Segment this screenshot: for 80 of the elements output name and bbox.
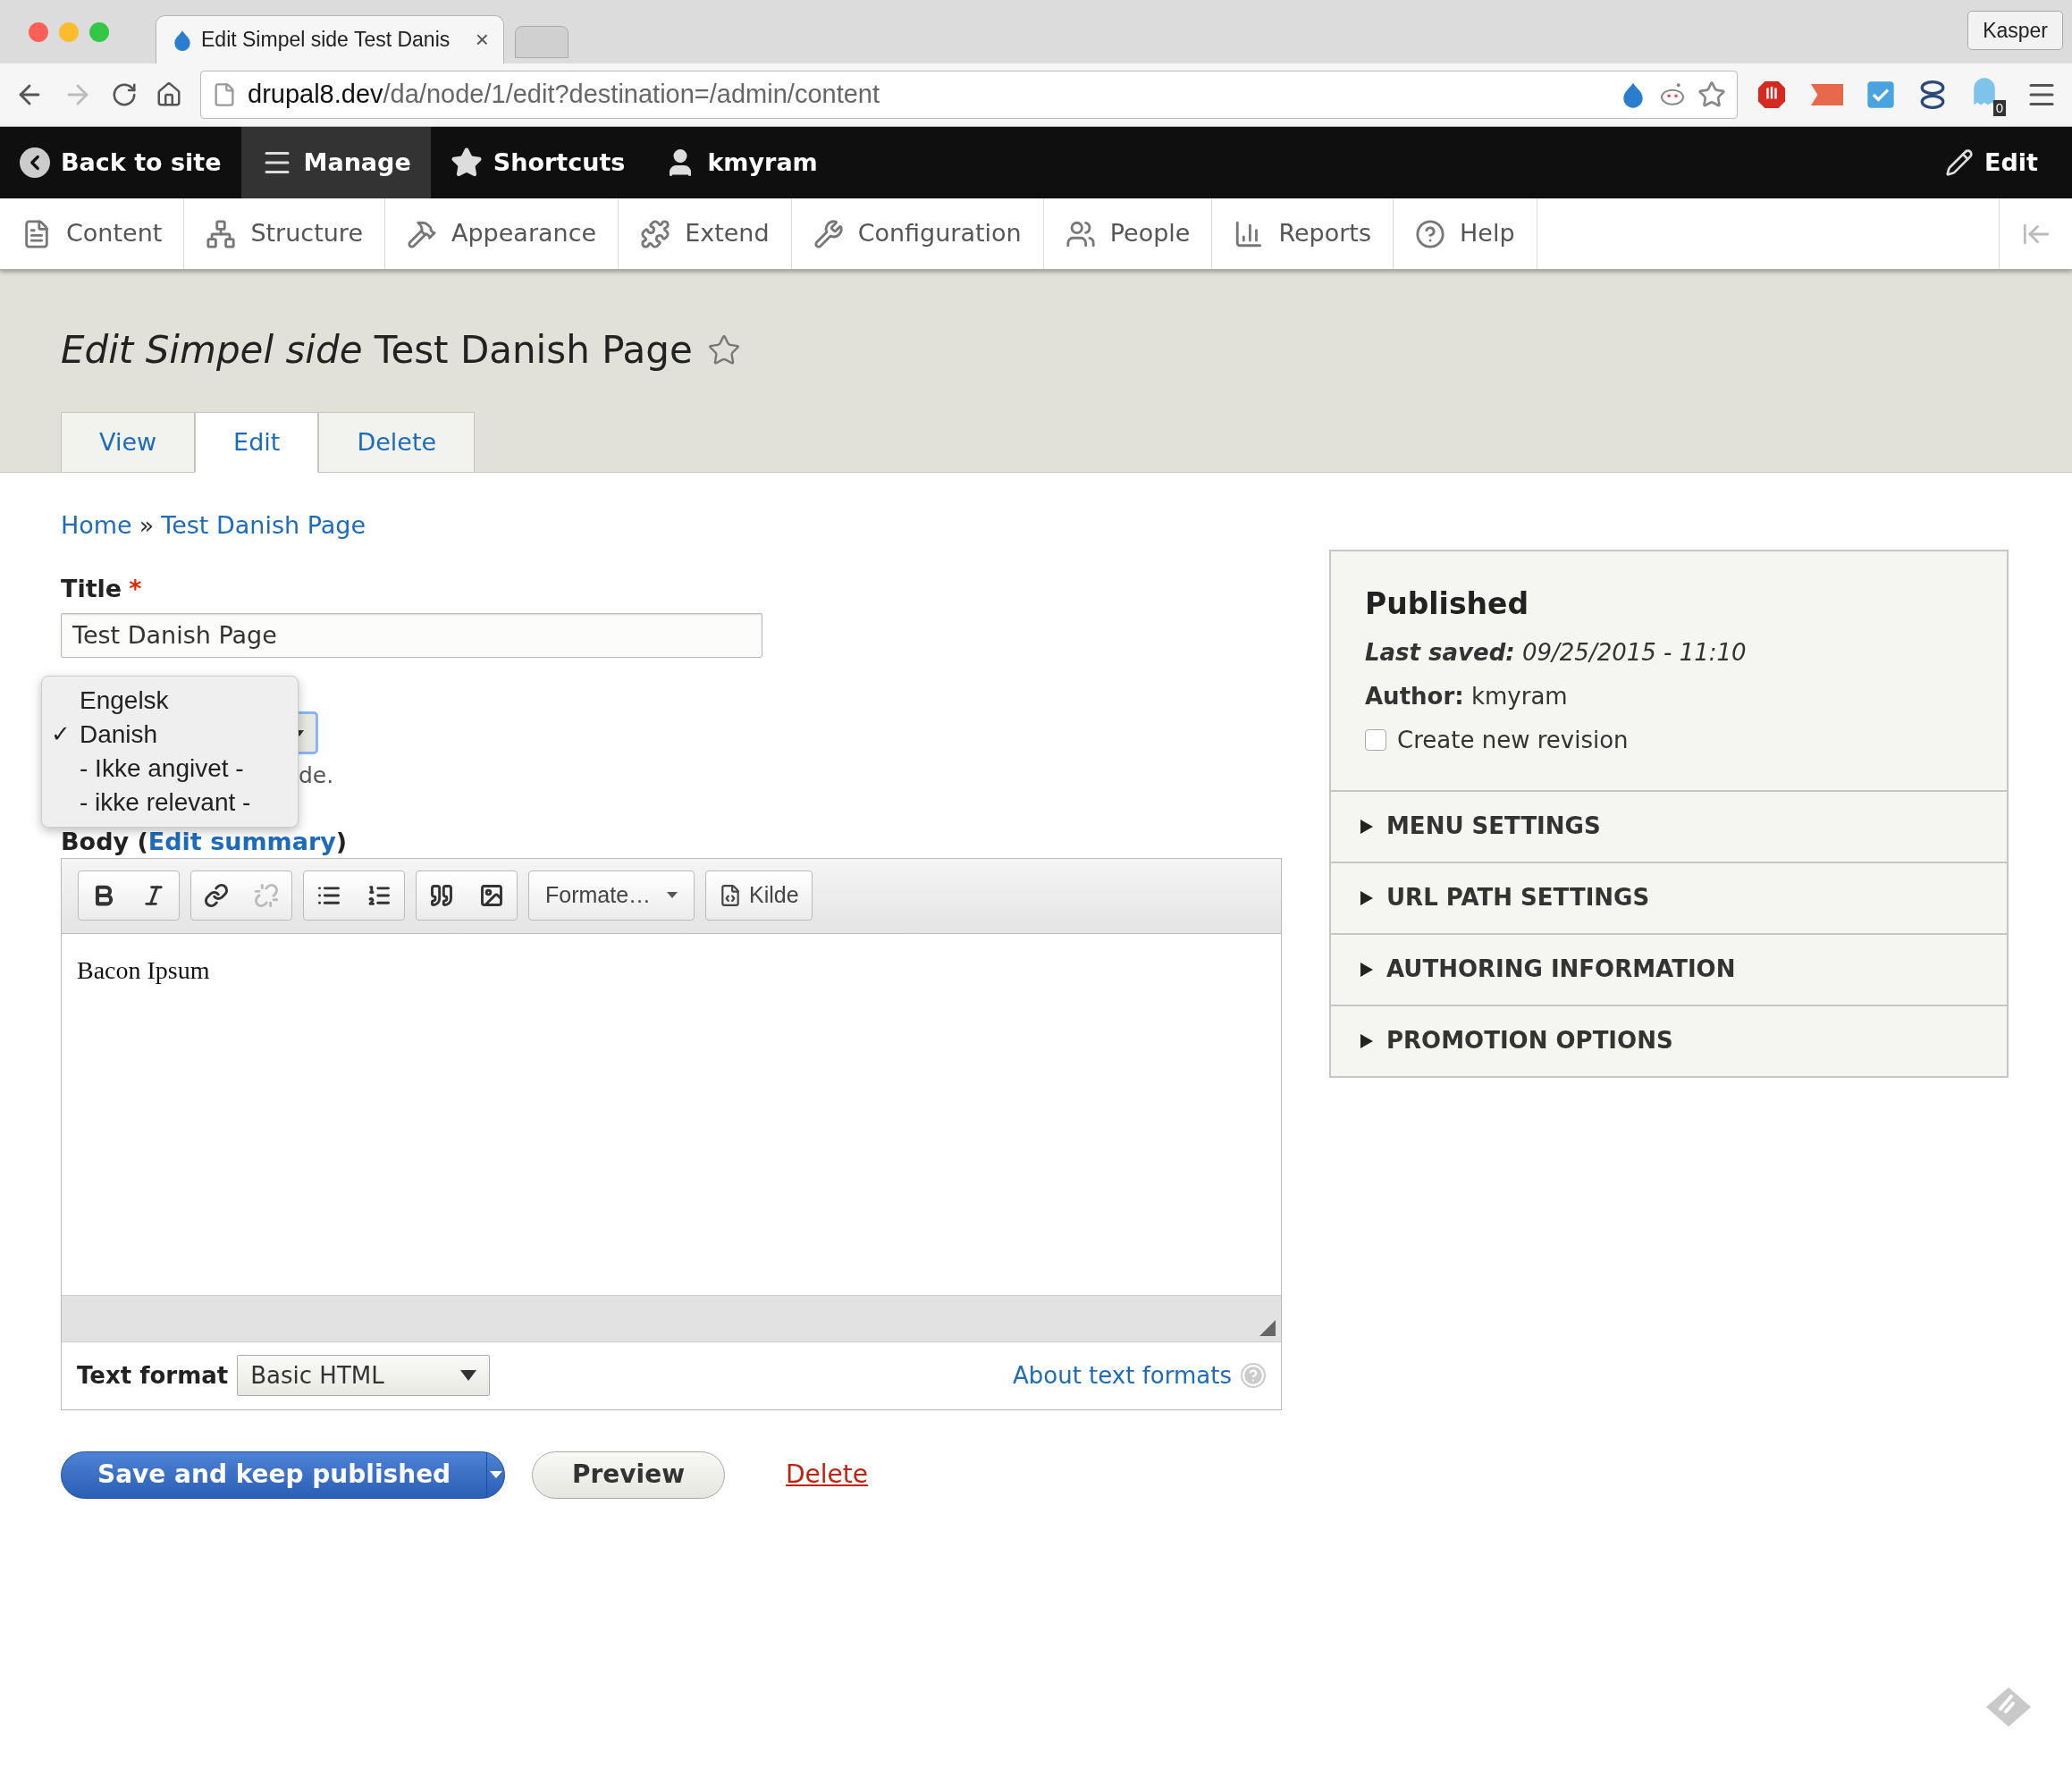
sitemap-icon (206, 218, 237, 249)
unlink-icon (254, 883, 279, 908)
field-label: Title (61, 574, 122, 604)
save-button[interactable]: Save and keep published (62, 1451, 487, 1498)
text-format-select[interactable]: Basic HTML (237, 1355, 491, 1396)
tray-menu-item[interactable]: Extend (619, 198, 792, 269)
toolbar-tab[interactable]: Manage (240, 127, 431, 198)
body-text: Bacon Ipsum (77, 954, 211, 986)
field-label: Text format (77, 1360, 229, 1391)
caret-icon (489, 1470, 502, 1479)
dropdown-arrow-icon (460, 1370, 477, 1381)
author-text: Author: kmyram (1365, 681, 1569, 711)
page-tab[interactable]: Edit (195, 412, 319, 473)
source-code-icon (719, 884, 742, 907)
last-saved-text: Last saved: 09/25/2015 - 11:10 (1365, 637, 1748, 668)
home-icon[interactable] (156, 81, 182, 108)
puzzle-icon (640, 218, 671, 249)
triangle-icon (1360, 818, 1374, 835)
title-field[interactable]: Test Danish Page (61, 612, 762, 658)
star-icon (450, 147, 483, 179)
details-summary[interactable]: URL PATH SETTINGS (1331, 861, 2007, 933)
tray-menu-item[interactable]: Reports (1212, 198, 1394, 269)
check-mark: ✓ (50, 719, 72, 749)
breadcrumb-separator: » (139, 509, 155, 541)
tab-title: Edit Simpel side Test Danis (201, 27, 451, 54)
source-button[interactable]: Kilde (705, 870, 813, 921)
checkbox-icon[interactable] (1866, 80, 1895, 109)
checkbox-label: Create new revision (1397, 725, 1629, 755)
reload-icon[interactable] (111, 81, 138, 108)
page-title: Edit Simpel side Test Danish Page (61, 327, 693, 374)
quote-icon (429, 883, 454, 908)
triangle-icon (1360, 1032, 1374, 1049)
tray-menu-item[interactable]: Structure (184, 198, 385, 269)
favorite-star-icon[interactable] (706, 332, 741, 367)
link-icon (204, 883, 229, 908)
address-field[interactable]: drupal8.dev/da/node/1/edit?destination=/admin/content (200, 71, 1738, 119)
revision-checkbox[interactable] (1365, 729, 1386, 751)
breadcrumb-link[interactable]: Test Danish Page (161, 507, 366, 544)
preview-button[interactable]: Preview (532, 1451, 726, 1499)
profile-button[interactable]: Kasper (1967, 11, 2063, 50)
triangle-icon (1360, 889, 1374, 906)
help-icon (1415, 218, 1445, 249)
resize-handle-icon[interactable] (1259, 1319, 1276, 1336)
tray-menu-item[interactable]: Appearance (385, 198, 619, 269)
count-badge: 0 (1992, 100, 2006, 116)
triangle-icon (1360, 961, 1374, 978)
tray-menu-item[interactable]: People (1043, 198, 1213, 269)
edit-toggle[interactable]: Edit (1911, 127, 2072, 198)
format-dropdown[interactable]: Formate… (528, 870, 695, 921)
required-mark: * (129, 574, 142, 604)
stop-hand-icon[interactable] (1756, 79, 1788, 111)
close-window-icon[interactable] (29, 21, 48, 42)
details-summary[interactable]: MENU SETTINGS (1331, 789, 2007, 862)
browser-tab[interactable]: Edit Simpel side Test Danis × (156, 15, 504, 63)
about-text-formats-link[interactable]: About text formats (1013, 1358, 1232, 1393)
toolbar-tab[interactable]: Shortcuts (430, 127, 645, 198)
edit-summary-link[interactable]: Edit summary (147, 827, 336, 855)
numbered-list-icon (366, 883, 392, 908)
page-tab[interactable]: View (61, 412, 196, 473)
pencil-icon (1945, 148, 1975, 177)
image-icon (479, 883, 504, 908)
field-description: de. (299, 761, 334, 790)
details-summary[interactable]: AUTHORING INFORMATION (1331, 932, 2007, 1005)
toolbar-tab[interactable]: kmyram (644, 127, 838, 198)
delete-link[interactable]: Delete (786, 1456, 869, 1493)
bookmark-star-icon[interactable] (1697, 80, 1726, 109)
field-label: Body (Edit summary) (61, 826, 349, 857)
tray-menu-item[interactable]: Help (1394, 198, 1537, 269)
tab-close[interactable]: × (475, 22, 489, 57)
url-text: drupal8.dev/da/node/1/edit?destination=/admin/content (248, 79, 880, 111)
publish-status: Published (1365, 585, 1530, 623)
tray-menu-item[interactable]: Configuration (791, 198, 1044, 269)
page-tab[interactable]: Delete (318, 412, 476, 473)
dropdown-arrow-icon (667, 892, 678, 899)
toolbar-tab[interactable]: Back to site (0, 127, 241, 198)
tray-menu-item[interactable]: Content (0, 198, 185, 269)
breadcrumb-link[interactable]: Home (61, 507, 132, 544)
details-summary[interactable]: PROMOTION OPTIONS (1331, 1004, 2007, 1076)
save-options-toggle[interactable] (486, 1451, 504, 1498)
wrench-icon (813, 218, 844, 249)
